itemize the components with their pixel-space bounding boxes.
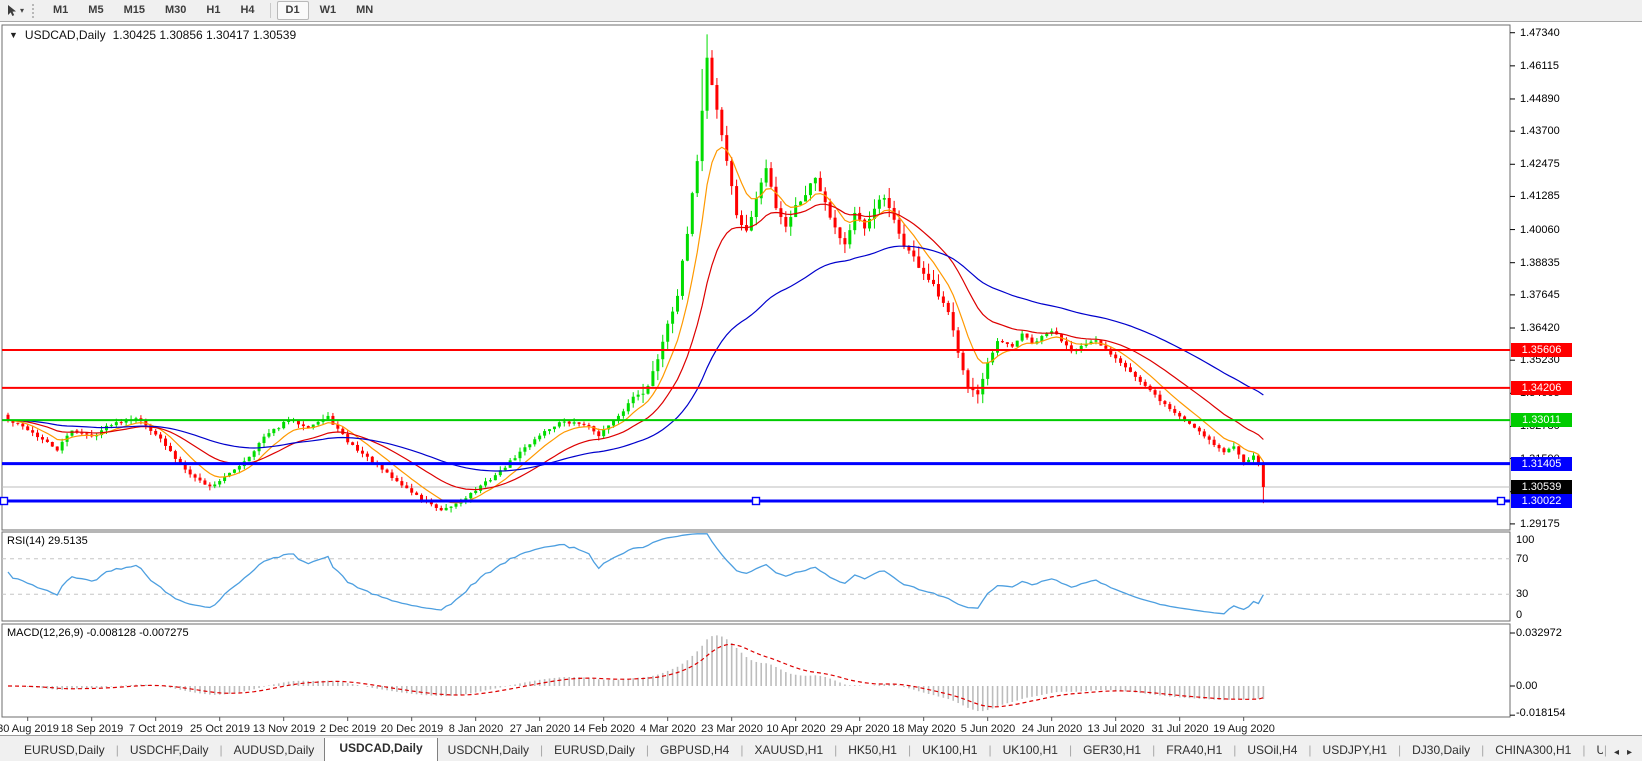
timeframe-button-h4[interactable]: H4: [231, 1, 263, 20]
timeframe-button-h1[interactable]: H1: [197, 1, 229, 20]
cursor-tool-button[interactable]: ▾: [0, 1, 30, 20]
macd-axis-tick: 0.00: [1516, 680, 1538, 692]
chart-symbol-label: USDCAD,Daily: [24, 28, 106, 42]
price-level-badge: 1.34206: [1511, 381, 1572, 395]
macd-indicator-label: MACD(12,26,9) -0.008128 -0.007275: [7, 627, 189, 639]
date-label: 5 Jun 2020: [960, 723, 1016, 735]
rsi-axis-tick: 30: [1516, 588, 1529, 600]
scroll-tabs-left-icon[interactable]: ◂: [1614, 747, 1619, 758]
chart-tab-dj30-daily[interactable]: DJ30,Daily: [1402, 739, 1480, 761]
chart-tab-ger30-h1[interactable]: GER30,H1: [1073, 739, 1151, 761]
chart-tab-usoil-h4[interactable]: USOil,H4: [1237, 739, 1307, 761]
chart-tab-usdjpy-h1[interactable]: USDJPY,H1: [1313, 739, 1397, 761]
date-label: 24 Jun 2020: [1021, 723, 1083, 735]
price-axis-tick: 1.36420: [1520, 322, 1560, 334]
chart-tab-uk100-h1[interactable]: UK100,H1: [993, 739, 1068, 761]
timeframe-button-mn[interactable]: MN: [347, 1, 382, 20]
rsi-axis-tick: 100: [1516, 534, 1535, 546]
scroll-tabs-right-icon[interactable]: ▸: [1627, 747, 1632, 758]
price-axis-tick: 1.46115: [1520, 60, 1559, 72]
chevron-down-icon: ▾: [20, 5, 25, 15]
price-axis-tick: 1.47340: [1520, 27, 1560, 39]
price-level-badge: 1.30022: [1511, 494, 1572, 508]
date-label: 30 Aug 2019: [0, 723, 59, 735]
chart-region: ▼ USDCAD,Daily 1.30425 1.30856 1.30417 1…: [0, 21, 1642, 736]
date-label: 13 Nov 2019: [252, 723, 316, 735]
toolbar-separator: [269, 3, 271, 18]
chart-tab-fra40-h1[interactable]: FRA40,H1: [1156, 739, 1232, 761]
date-label: 18 Sep 2019: [60, 723, 124, 735]
chart-tab-china300-h1[interactable]: CHINA300,H1: [1485, 739, 1581, 761]
timeframe-toolbar: ▾ M1 M5 M15 M30 H1 H4 D1 W1 MN: [0, 0, 1642, 22]
date-label: 7 Oct 2019: [129, 723, 183, 735]
date-label: 10 Apr 2020: [766, 723, 826, 735]
date-label: 23 Mar 2020: [701, 723, 763, 735]
rsi-axis-tick: 70: [1516, 553, 1529, 565]
macd-axis-tick: -0.018154: [1516, 707, 1566, 719]
chart-tab-xauusd-h1[interactable]: XAUUSD,H1: [744, 739, 833, 761]
chart-tab-usdcnh-daily[interactable]: USDCNH,Daily: [438, 739, 539, 761]
price-axis-tick: 1.38835: [1520, 257, 1560, 269]
date-label: 19 Aug 2020: [1213, 723, 1275, 735]
chart-tab-usoil-h1[interactable]: USOil,H1: [1586, 739, 1602, 761]
rsi-axis-tick: 0: [1516, 609, 1523, 621]
price-axis-tick: 1.44890: [1520, 93, 1560, 105]
timeframe-button-m15[interactable]: M15: [115, 1, 154, 20]
price-level-badge: 1.31405: [1511, 457, 1572, 471]
rsi-indicator-label: RSI(14) 29.5135: [7, 535, 88, 547]
cursor-icon: [8, 5, 16, 16]
rsi-panel: [1, 531, 1511, 622]
price-axis-tick: 1.41285: [1520, 190, 1560, 202]
timeframe-button-m30[interactable]: M30: [156, 1, 195, 20]
chart-tab-uk100-h1[interactable]: UK100,H1: [912, 739, 987, 761]
line-handle[interactable]: [751, 496, 761, 506]
date-label: 20 Dec 2019: [380, 723, 444, 735]
price-level-badge: 1.33011: [1511, 413, 1572, 427]
line-handle[interactable]: [0, 496, 9, 506]
chart-tab-gbpusd-h4[interactable]: GBPUSD,H4: [650, 739, 739, 761]
mt4-window: ▾ M1 M5 M15 M30 H1 H4 D1 W1 MN ▼ USDCAD,Daily 1.…: [0, 0, 1642, 761]
price-axis-tick: 1.43700: [1520, 125, 1560, 137]
chart-tab-usdchf-daily[interactable]: USDCHF,Daily: [120, 739, 219, 761]
macd-axis-tick: 0.032972: [1516, 627, 1562, 639]
price-axis-tick: 1.29175: [1520, 518, 1560, 530]
date-label: 13 Jul 2020: [1087, 723, 1145, 735]
chart-dropdown-icon[interactable]: ▼: [9, 30, 18, 40]
date-label: 25 Oct 2019: [190, 723, 250, 735]
date-label: 29 Apr 2020: [830, 723, 890, 735]
timeframe-button-m5[interactable]: M5: [79, 1, 112, 20]
chart-tab-bar: EURUSD,Daily | USDCHF,Daily | AUDUSD,Daily US…: [0, 735, 1642, 761]
chart-title: ▼ USDCAD,Daily 1.30425 1.30856 1.30417 1…: [9, 28, 296, 42]
date-label: 2 Dec 2019: [319, 723, 377, 735]
chart-ohlc-values: 1.30425 1.30856 1.30417 1.30539: [112, 28, 297, 42]
timeframe-button-d1[interactable]: D1: [276, 1, 309, 20]
chart-tab-audusd-daily[interactable]: AUDUSD,Daily: [224, 739, 325, 761]
timeframe-button-w1[interactable]: W1: [311, 1, 346, 20]
price-axis-tick: 1.40060: [1520, 224, 1560, 236]
date-label: 4 Mar 2020: [640, 723, 696, 735]
chart-tab-hk50-h1[interactable]: HK50,H1: [838, 739, 907, 761]
date-label: 18 May 2020: [892, 723, 956, 735]
main-chart-panel: [1, 24, 1511, 531]
chart-tab-eurusd-daily[interactable]: EURUSD,Daily: [544, 739, 645, 761]
chart-tab-eurusd-daily[interactable]: EURUSD,Daily: [14, 739, 115, 761]
price-axis-tick: 1.42475: [1520, 158, 1560, 170]
price-axis-tick: 1.37645: [1520, 289, 1560, 301]
current-price-badge: 1.30539: [1511, 480, 1572, 494]
date-label: 27 Jan 2020: [509, 723, 571, 735]
chart-canvas: [0, 24, 1515, 721]
date-label: 14 Feb 2020: [573, 723, 635, 735]
timeframe-button-m1[interactable]: M1: [44, 1, 77, 20]
toolbar-grip[interactable]: [32, 3, 37, 18]
date-label: 31 Jul 2020: [1151, 723, 1209, 735]
line-handle[interactable]: [1496, 496, 1506, 506]
price-level-badge: 1.35606: [1511, 343, 1572, 357]
date-label: 8 Jan 2020: [448, 723, 504, 735]
chart-tab-usdcad-daily[interactable]: USDCAD,Daily: [324, 738, 438, 761]
